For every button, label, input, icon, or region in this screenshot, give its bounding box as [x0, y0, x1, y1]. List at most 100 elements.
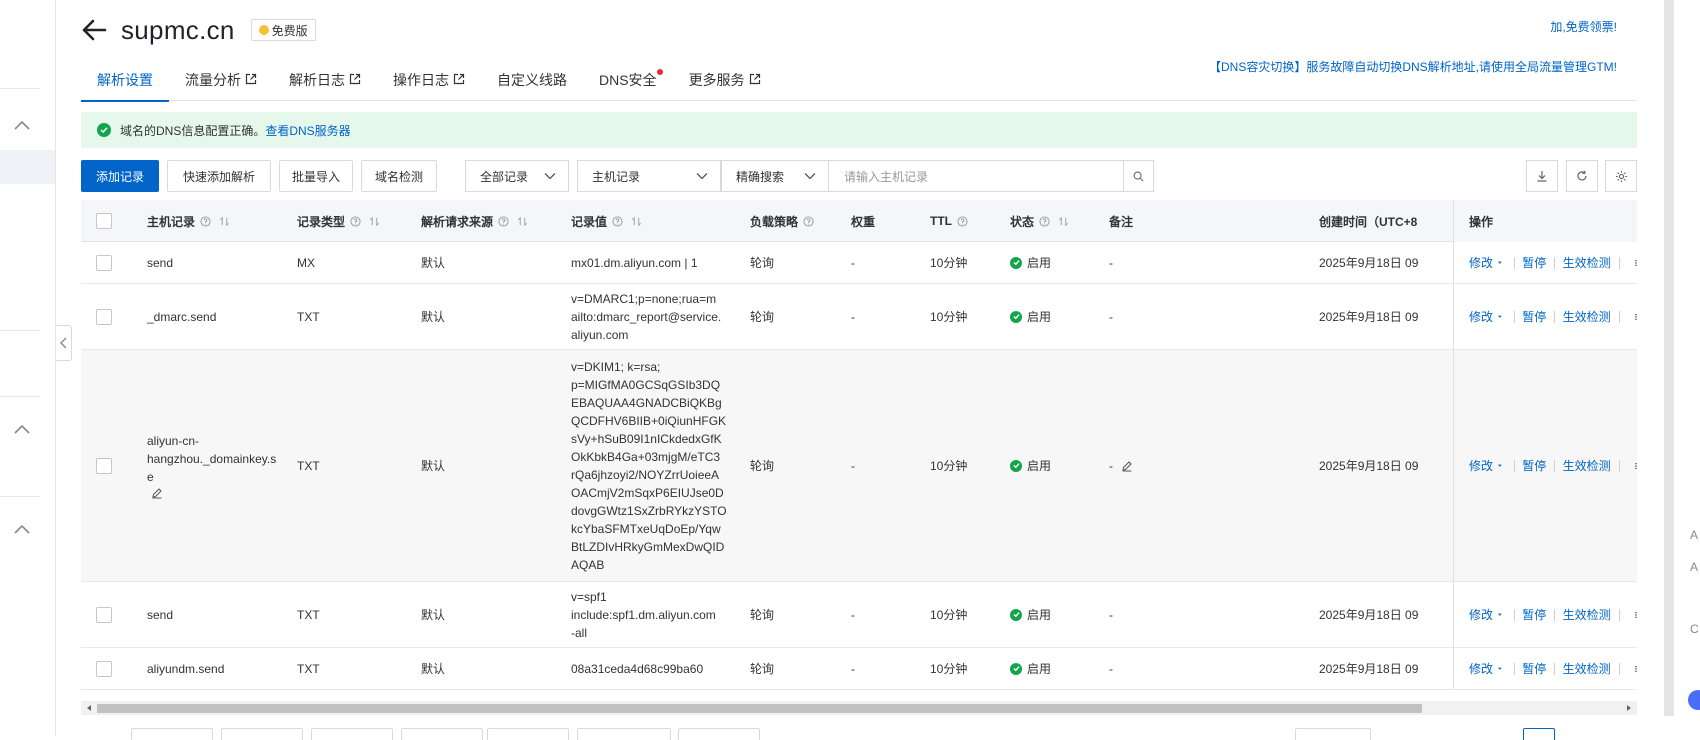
- help-icon[interactable]: [957, 216, 968, 227]
- pagination-current[interactable]: [1523, 728, 1555, 740]
- scroll-left-icon[interactable]: [85, 704, 93, 712]
- table-row[interactable]: sendTXT默认v=spf1 include:spf1.dm.aliyun.c…: [81, 582, 1637, 648]
- row-checkbox[interactable]: [96, 309, 112, 325]
- col-value[interactable]: 记录值: [571, 200, 642, 242]
- caret-down-icon[interactable]: [1498, 463, 1502, 469]
- batch-action-button[interactable]: [401, 728, 483, 740]
- search-field-select[interactable]: 主机记录: [577, 160, 721, 192]
- sort-icon[interactable]: [631, 216, 642, 227]
- tab-resolution-log[interactable]: 解析日志: [273, 66, 377, 101]
- edit-action[interactable]: 修改: [1469, 457, 1493, 474]
- refresh-button[interactable]: [1566, 160, 1598, 192]
- col-type[interactable]: 记录类型: [297, 200, 380, 242]
- effective-check-action[interactable]: 生效检测: [1563, 254, 1611, 271]
- batch-action-button[interactable]: [487, 728, 569, 740]
- batch-import-button[interactable]: 批量导入: [279, 160, 353, 192]
- tab-custom-lines[interactable]: 自定义线路: [481, 66, 583, 101]
- tab-more-services[interactable]: 更多服务: [673, 66, 777, 101]
- tab-operation-log[interactable]: 操作日志: [377, 66, 481, 101]
- pause-action[interactable]: 暂停: [1522, 606, 1546, 623]
- help-icon[interactable]: [1039, 216, 1050, 227]
- row-checkbox[interactable]: [96, 607, 112, 623]
- settings-button[interactable]: [1605, 160, 1637, 192]
- sort-icon[interactable]: [1058, 216, 1069, 227]
- more-vertical-icon[interactable]: [1635, 459, 1637, 473]
- edit-pencil-icon[interactable]: [1121, 460, 1133, 472]
- table-row[interactable]: _dmarc.sendTXT默认v=DMARC1;p=none;rua=m ai…: [81, 284, 1637, 350]
- chevron-up-icon[interactable]: [14, 524, 30, 534]
- pause-action[interactable]: 暂停: [1522, 308, 1546, 325]
- page-scrollbar[interactable]: [1664, 0, 1674, 716]
- quick-add-button[interactable]: 快速添加解析: [167, 160, 271, 192]
- caret-down-icon[interactable]: [1498, 666, 1502, 672]
- col-created-label: 创建时间（UTC+8: [1319, 213, 1417, 230]
- tab-traffic-analysis[interactable]: 流量分析: [169, 66, 273, 101]
- edit-pencil-icon[interactable]: [151, 487, 163, 499]
- view-dns-servers-link[interactable]: 查看DNS服务器: [265, 122, 350, 139]
- sort-icon[interactable]: [369, 216, 380, 227]
- table-row[interactable]: sendMX默认mx01.dm.aliyun.com | 1轮询-10分钟202…: [81, 242, 1637, 284]
- row-ttl-text: 10分钟: [930, 308, 967, 326]
- batch-action-button[interactable]: [311, 728, 393, 740]
- scrollbar-thumb[interactable]: [97, 704, 1422, 713]
- chevron-up-icon[interactable]: [14, 424, 30, 434]
- match-mode-select[interactable]: 精确搜索: [721, 160, 829, 192]
- pause-action[interactable]: 暂停: [1522, 457, 1546, 474]
- caret-down-icon[interactable]: [1498, 260, 1502, 266]
- page-size-select[interactable]: [1295, 728, 1371, 740]
- more-vertical-icon[interactable]: [1635, 310, 1637, 324]
- help-icon[interactable]: [803, 216, 814, 227]
- scroll-right-icon[interactable]: [1625, 704, 1633, 712]
- chevron-up-icon[interactable]: [14, 120, 30, 130]
- more-vertical-icon[interactable]: [1635, 662, 1637, 676]
- edit-action[interactable]: 修改: [1469, 606, 1493, 623]
- search-button[interactable]: [1124, 160, 1154, 192]
- pause-action[interactable]: 暂停: [1522, 660, 1546, 677]
- edit-action[interactable]: 修改: [1469, 254, 1493, 271]
- batch-action-button[interactable]: [221, 728, 303, 740]
- pause-action[interactable]: 暂停: [1522, 254, 1546, 271]
- select-all-checkbox[interactable]: [96, 213, 112, 229]
- row-checkbox[interactable]: [96, 255, 112, 271]
- horizontal-scrollbar[interactable]: [81, 701, 1637, 715]
- row-created: 2025年9月18日 09: [1319, 284, 1453, 349]
- add-record-button[interactable]: 添加记录: [81, 160, 159, 192]
- edit-action[interactable]: 修改: [1469, 660, 1493, 677]
- domain-check-button[interactable]: 域名检测: [361, 160, 437, 192]
- help-icon[interactable]: [350, 216, 361, 227]
- caret-down-icon[interactable]: [1498, 612, 1502, 618]
- batch-action-button[interactable]: [131, 728, 213, 740]
- col-source[interactable]: 解析请求来源: [421, 200, 528, 242]
- promo-link[interactable]: 加,免费领票!: [1550, 18, 1617, 35]
- download-button[interactable]: [1526, 160, 1558, 192]
- table-row[interactable]: aliyundm.sendTXT默认08a31ceda4d68c99ba60轮询…: [81, 648, 1637, 690]
- effective-check-action[interactable]: 生效检测: [1563, 606, 1611, 623]
- tab-resolution-settings[interactable]: 解析设置: [81, 66, 169, 101]
- table-row[interactable]: aliyun-cn- hangzhou._domainkey.seTXT默认v=…: [81, 350, 1637, 582]
- row-checkbox[interactable]: [96, 458, 112, 474]
- row-checkbox[interactable]: [96, 661, 112, 677]
- caret-down-icon[interactable]: [1498, 314, 1502, 320]
- batch-action-button[interactable]: [678, 728, 760, 740]
- tab-dns-security[interactable]: DNS安全: [583, 66, 673, 101]
- sidebar-active-item[interactable]: [0, 150, 55, 184]
- effective-check-action[interactable]: 生效检测: [1563, 457, 1611, 474]
- effective-check-action[interactable]: 生效检测: [1563, 660, 1611, 677]
- sort-icon[interactable]: [517, 216, 528, 227]
- effective-check-action[interactable]: 生效检测: [1563, 308, 1611, 325]
- col-host[interactable]: 主机记录: [147, 200, 230, 242]
- batch-action-button[interactable]: [577, 728, 671, 740]
- assistant-icon[interactable]: [1688, 690, 1700, 710]
- back-arrow-icon[interactable]: [81, 17, 107, 43]
- more-vertical-icon[interactable]: [1635, 256, 1637, 270]
- help-icon[interactable]: [200, 216, 211, 227]
- help-icon[interactable]: [498, 216, 509, 227]
- sort-icon[interactable]: [219, 216, 230, 227]
- record-filter-select[interactable]: 全部记录: [465, 160, 569, 192]
- sidebar-collapse-button[interactable]: [56, 325, 72, 361]
- col-status[interactable]: 状态: [1010, 200, 1069, 242]
- edit-action[interactable]: 修改: [1469, 308, 1493, 325]
- host-search-input[interactable]: 请输入主机记录: [828, 160, 1124, 192]
- more-vertical-icon[interactable]: [1635, 608, 1637, 622]
- help-icon[interactable]: [612, 216, 623, 227]
